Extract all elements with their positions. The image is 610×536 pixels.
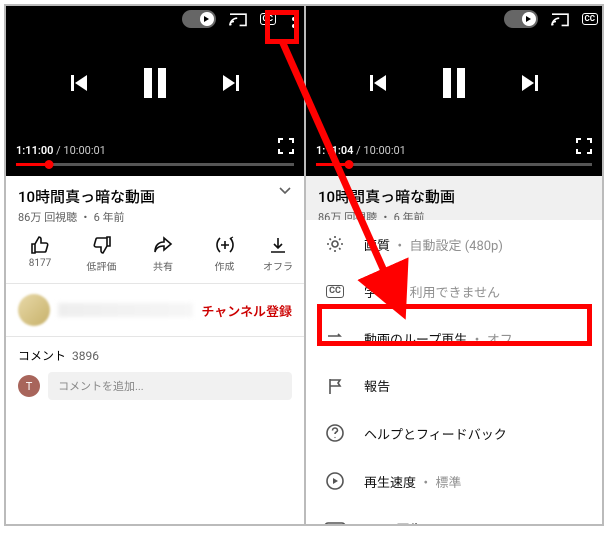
captions-icon[interactable]: CC [260, 13, 276, 25]
menu-speed[interactable]: 再生速度 ・ 標準 [306, 457, 602, 505]
player-options-menu: 画質 ・ 自動設定 (480p) CC 字幕 ・ 利用できません 動画のループ再… [306, 220, 602, 524]
previous-icon[interactable] [68, 72, 90, 94]
chevron-down-icon[interactable] [278, 186, 292, 196]
screenshot-left: CC 1:11:00 / 10:00:01 10時間真っ暗な動画 86万 回視聴… [6, 6, 304, 524]
vr-icon [324, 522, 346, 525]
next-icon[interactable] [220, 72, 242, 94]
user-avatar: T [18, 375, 40, 397]
elapsed-time: 1:11:04 [316, 144, 353, 157]
menu-help[interactable]: ヘルプとフィードバック [306, 409, 602, 457]
comments-section[interactable]: コメント 3896 T コメントを追加... [6, 337, 304, 410]
pause-icon[interactable] [140, 66, 170, 100]
comments-label: コメント [18, 349, 66, 363]
time-display: 1:11:00 / 10:00:01 [6, 138, 304, 176]
speed-icon [324, 471, 346, 491]
share-button[interactable]: 共有 [135, 235, 191, 273]
autoplay-toggle[interactable] [504, 10, 538, 28]
gear-icon [324, 234, 346, 254]
progress-bar[interactable] [16, 163, 294, 166]
captions-icon[interactable]: CC [582, 13, 598, 25]
screenshot-right: CC 1:11:04 / 10:00:01 10時間真っ暗な動画 86万 回視聴… [304, 6, 602, 524]
time-display: 1:11:04 / 10:00:01 [306, 138, 602, 176]
previous-icon[interactable] [367, 72, 389, 94]
create-button[interactable]: 作成 [197, 235, 253, 273]
help-icon [324, 423, 346, 443]
video-title: 10時間真っ暗な動画 [318, 186, 590, 207]
menu-quality[interactable]: 画質 ・ 自動設定 (480p) [306, 220, 602, 268]
pause-icon[interactable] [439, 66, 469, 100]
menu-loop[interactable]: 動画のループ再生 ・ オフ [306, 315, 602, 362]
progress-bar[interactable] [316, 163, 592, 166]
menu-captions[interactable]: CC 字幕 ・ 利用できません [306, 268, 602, 315]
duration: 10:00:01 [63, 144, 105, 157]
captions-icon: CC [324, 285, 346, 298]
autoplay-toggle[interactable] [182, 10, 216, 28]
menu-vr[interactable]: VR で再生 [306, 505, 602, 524]
menu-report[interactable]: 報告 [306, 362, 602, 409]
like-button[interactable]: 8177 [12, 235, 68, 273]
offline-button[interactable]: オフラ [258, 235, 298, 273]
loop-icon [324, 331, 346, 347]
video-title: 10時間真っ暗な動画 [18, 186, 292, 207]
cast-icon[interactable] [228, 11, 248, 27]
channel-row[interactable]: チャンネル登録 [6, 284, 304, 337]
duration: 10:00:01 [363, 144, 405, 157]
cast-icon[interactable] [550, 11, 570, 27]
action-bar: 8177 低評価 共有 作成 オフラ [6, 229, 304, 284]
comments-count: 3896 [72, 349, 99, 363]
add-comment-input[interactable]: コメントを追加... [48, 372, 292, 400]
video-meta[interactable]: 10時間真っ暗な動画 86万 回視聴 ・ 6 年前 [6, 176, 304, 229]
next-icon[interactable] [519, 72, 541, 94]
channel-name [58, 303, 193, 317]
subscribe-button[interactable]: チャンネル登録 [201, 301, 292, 320]
flag-icon [324, 377, 346, 395]
elapsed-time: 1:11:00 [16, 144, 53, 157]
dislike-button[interactable]: 低評価 [74, 235, 130, 273]
more-icon[interactable] [288, 10, 300, 28]
video-player[interactable]: CC 1:11:04 / 10:00:01 [306, 6, 602, 176]
video-player[interactable]: CC 1:11:00 / 10:00:01 [6, 6, 304, 176]
channel-avatar [18, 294, 50, 326]
